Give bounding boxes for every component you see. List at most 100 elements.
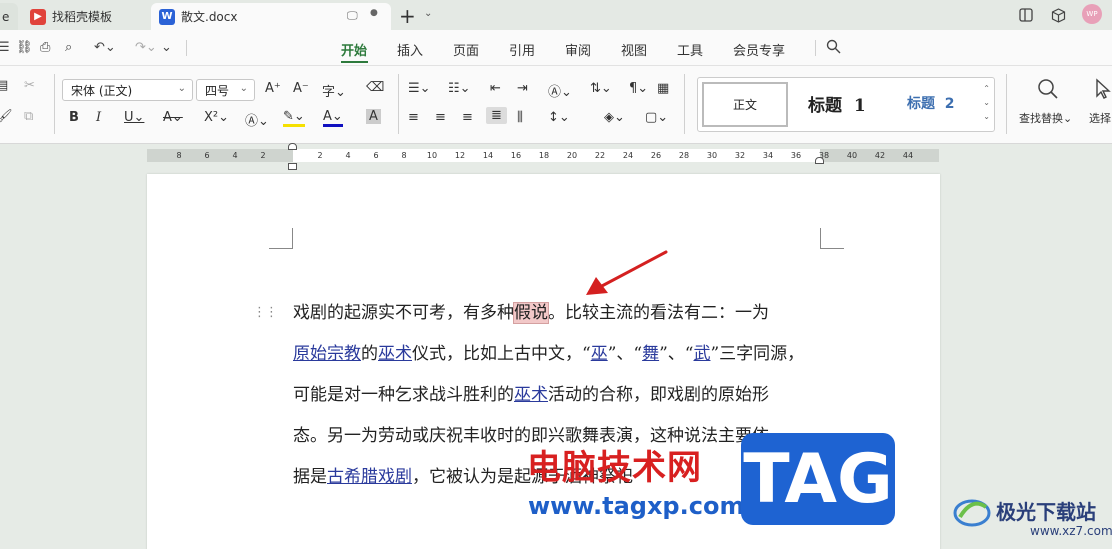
first-line-indent-marker[interactable] [288,143,297,150]
print-preview-icon[interactable]: ⌕ [65,40,72,55]
justify-icon[interactable]: ≣ [486,107,507,124]
tab-references[interactable]: 引用 [509,40,535,59]
text-direction-icon[interactable]: Ⓐ⌄ [548,81,572,100]
link-icon[interactable]: ⛓ [16,40,33,55]
underline-icon[interactable]: U⌄ [124,110,144,125]
paragraph-drag-handle-icon[interactable]: ⋮⋮ [253,305,278,320]
hyperlink[interactable]: 舞 [642,344,659,364]
tab-membership[interactable]: 会员专享 [733,40,785,59]
copy-icon[interactable]: ⧉ [24,109,33,124]
show-marks-icon[interactable]: ¶⌄ [629,81,648,96]
cube-icon[interactable] [1048,5,1068,25]
tab-tools[interactable]: 工具 [677,40,703,59]
highlight-icon[interactable]: ✎⌄ [283,110,305,127]
find-replace-button[interactable]: 查找替换⌄ [1019,110,1072,126]
tab-label: e [2,9,10,24]
tab-insert[interactable]: 插入 [397,40,423,59]
cursor-icon[interactable] [1094,78,1112,104]
grow-font-icon[interactable]: A⁺ [265,81,281,96]
text-run: ”三字同源， [710,344,805,364]
new-tab-button[interactable]: + [399,4,416,28]
tab-page[interactable]: 页面 [453,40,479,59]
chevron-down-icon[interactable]: ⌄ [424,8,432,19]
tab-home[interactable]: 开始 [341,40,367,59]
table-grid-icon[interactable]: ▦ [657,81,669,96]
borders-icon[interactable]: ▢⌄ [645,110,668,125]
style-label: 标题 [907,96,935,112]
right-indent-marker[interactable] [815,157,824,164]
cut-icon[interactable]: ✂ [24,78,35,93]
text-run: ”、“ [607,344,643,364]
style-heading-1[interactable]: 标题 1 [808,91,866,116]
paste-icon[interactable]: ▤ [0,78,8,93]
ruler-tick: 24 [622,151,634,160]
phonetic-guide-icon[interactable]: 字⌄ [322,81,346,100]
hyperlink[interactable]: 武 [693,344,710,364]
tab-review[interactable]: 审阅 [565,40,591,59]
sort-icon[interactable]: ⇅⌄ [590,81,612,96]
chevron-down-icon: ⌄ [239,83,248,94]
hyperlink[interactable]: 巫术 [378,344,412,364]
tab-partial[interactable]: e [0,3,18,30]
hyperlink[interactable]: 巫术 [514,385,548,405]
undo-icon[interactable]: ↶⌄ [94,40,116,55]
numbered-list-icon[interactable]: ☷⌄ [448,81,471,96]
text-line: 戏剧的起源实不可考，有多种假说。比较主流的看法有二：一为 [293,293,823,334]
style-heading-2[interactable]: 标题 2 [907,93,955,113]
more-chevron-icon[interactable]: ⌄ [161,40,172,55]
format-painter-icon[interactable]: 🖌 [0,109,13,124]
menu-icon[interactable]: ☰ [0,40,10,55]
align-right-icon[interactable]: ≡ [462,110,473,125]
italic-icon[interactable]: I [96,110,101,125]
clear-format-icon[interactable]: ⌫ [366,80,384,95]
strikethrough-icon[interactable]: A⌄ [163,110,183,125]
paragraph-shading-icon[interactable]: ◈⌄ [604,110,625,125]
text-effect-icon[interactable]: Ⓐ⌄ [245,110,269,129]
shrink-font-icon[interactable]: A⁻ [293,81,309,96]
style-normal[interactable]: 正文 [702,82,788,127]
tab-document[interactable]: W 散文.docx 🖵 ● [151,3,391,30]
decrease-indent-icon[interactable]: ⇤ [490,81,501,96]
split-view-icon[interactable] [1016,5,1036,25]
dot-icon[interactable]: ● [370,8,378,18]
ruler-tick: 14 [482,151,494,160]
ruler-tick: 12 [454,151,466,160]
distributed-align-icon[interactable]: ⫼ [517,110,523,125]
text-run: 戏剧的起源实不可考，有多种 [293,303,514,323]
text-run: 的 [361,344,378,364]
search-icon[interactable] [826,39,841,58]
selected-text[interactable]: 假说 [513,302,549,324]
find-replace-icon[interactable] [1037,78,1059,104]
avatar[interactable]: WP [1082,4,1102,24]
monitor-icon[interactable]: 🖵 [347,9,358,23]
superscript-icon[interactable]: X²⌄ [204,110,229,125]
margin-corner-top-right [820,228,844,249]
ruler-tick: 40 [846,151,858,160]
watermark-text: 电脑技术网 [527,448,702,488]
print-icon[interactable]: ⎙ [40,40,50,55]
text-line: 可能是对一种乞求战斗胜利的巫术活动的合称，即戏剧的原始形 [293,375,823,416]
text-run: 活动的合称，即戏剧的原始形 [548,385,769,405]
tab-view[interactable]: 视图 [621,40,647,59]
increase-indent-icon[interactable]: ⇥ [517,81,528,96]
left-indent-marker[interactable] [288,163,297,170]
align-center-icon[interactable]: ≡ [435,110,446,125]
hyperlink[interactable]: 古希腊戏剧 [327,467,412,487]
hyperlink[interactable]: 原始宗教 [293,344,361,364]
bold-icon[interactable]: B [69,110,79,125]
bullet-list-icon[interactable]: ☰⌄ [408,81,431,96]
font-name-select[interactable]: 宋体 (正文) ⌄ [62,79,193,101]
font-size-select[interactable]: 四号 ⌄ [196,79,255,101]
styles-scroll-arrows[interactable]: ⌃ ⌄ ⌄ [983,82,990,124]
tab-template[interactable]: ▶ 找稻壳模板 [22,3,146,30]
font-color-icon[interactable]: A⌄ [323,110,343,127]
hyperlink[interactable]: 巫 [591,344,608,364]
line-spacing-icon[interactable]: ↕⌄ [548,110,570,125]
character-shading-icon[interactable]: A [366,109,381,124]
ruler-tick: 44 [902,151,914,160]
align-left-icon[interactable]: ≡ [408,110,419,125]
word-doc-icon: W [159,8,175,25]
select-button[interactable]: 选择 [1089,110,1111,126]
redo-icon[interactable]: ↷⌄ [135,40,157,55]
ruler-tick: 16 [510,151,522,160]
